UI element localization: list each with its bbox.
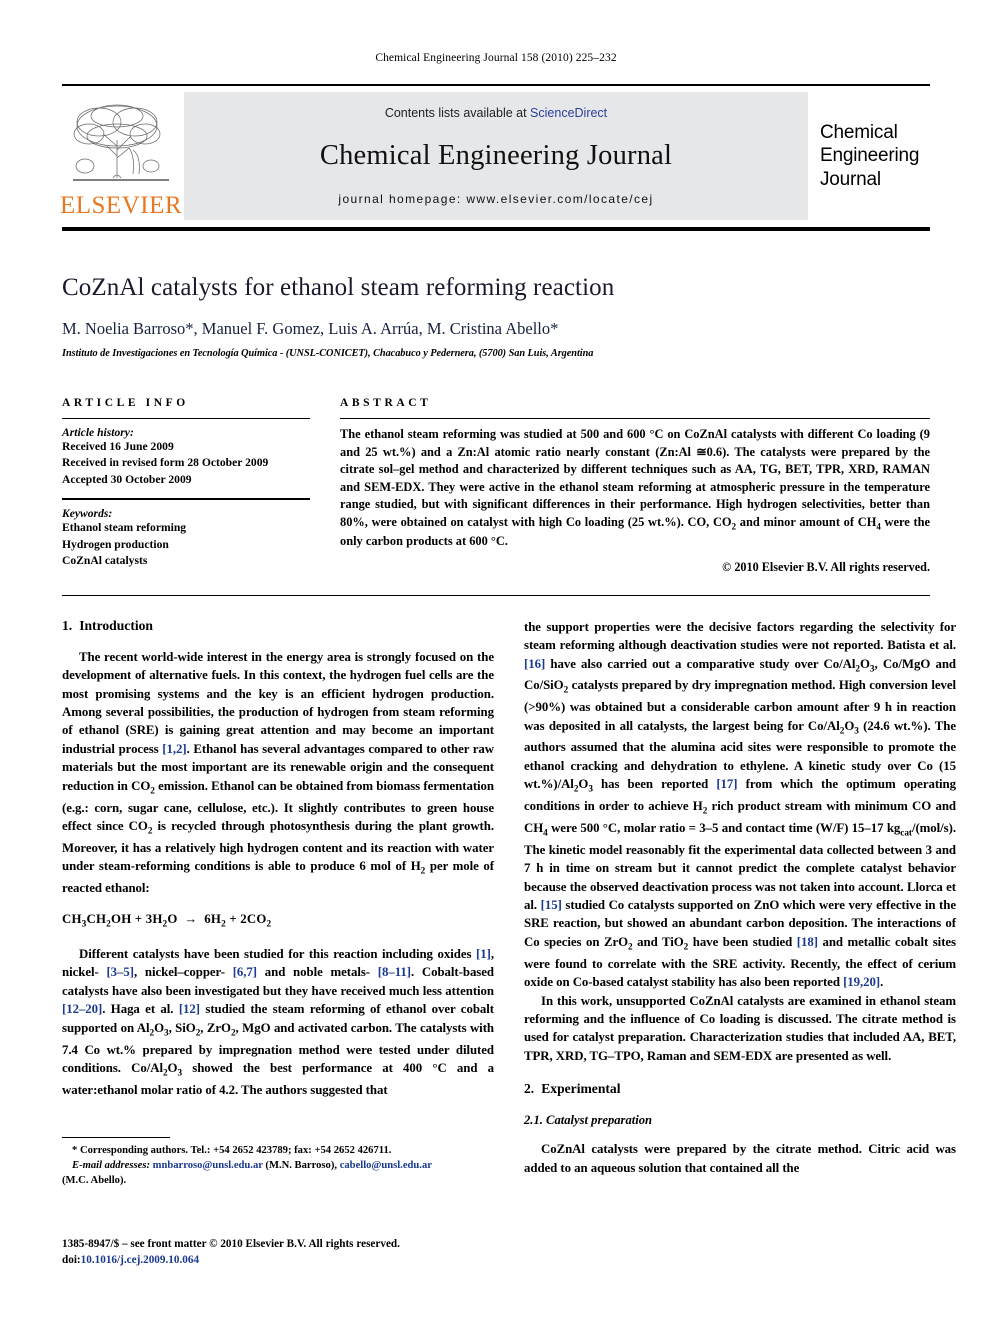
contents-prefix: Contents lists available at bbox=[384, 106, 531, 120]
elsevier-logo: ELSEVIER bbox=[59, 92, 183, 220]
section-title: Introduction bbox=[79, 617, 153, 633]
journal-homepage-link[interactable]: journal homepage: www.elsevier.com/locat… bbox=[338, 192, 653, 206]
journal-masthead: ELSEVIER Contents lists available at Sci… bbox=[59, 84, 930, 231]
paragraph-intro-4: In this work, unsupported CoZnAl catalys… bbox=[524, 993, 956, 1063]
body-columns: 1. Introduction The recent world-wide int… bbox=[62, 618, 956, 1177]
subsection-heading-catalyst-preparation: 2.1. Catalyst preparation bbox=[524, 1113, 956, 1128]
footnote-emails: E-mail addresses: mnbarroso@unsl.edu.ar … bbox=[62, 1159, 494, 1174]
author-list: M. Noelia Barroso*, Manuel F. Gomez, Lui… bbox=[62, 318, 559, 338]
section-title: Experimental bbox=[541, 1081, 621, 1097]
affiliation: Instituto de Investigaciones en Tecnolog… bbox=[62, 347, 594, 359]
article-title: CoZnAl catalysts for ethanol steam refor… bbox=[62, 274, 615, 301]
journal-title: Chemical Engineering Journal bbox=[319, 140, 673, 171]
article-info-column: ARTICLE INFO Article history: Received 1… bbox=[62, 397, 310, 575]
footnote-divider bbox=[62, 1137, 170, 1138]
abstract-bottom-divider bbox=[62, 594, 930, 596]
keyword-item: Ethanol steam reforming bbox=[62, 521, 187, 535]
elsevier-tree-icon bbox=[73, 104, 169, 181]
masthead-divider bbox=[62, 227, 930, 231]
section-number: 2. bbox=[524, 1081, 535, 1097]
abstract-text: The ethanol steam reforming was studied … bbox=[340, 426, 930, 549]
abstract-label: ABSTRACT bbox=[340, 396, 432, 409]
cover-line-1: Chemical bbox=[820, 122, 898, 144]
right-column: the support properties were the decisive… bbox=[524, 618, 956, 1177]
running-head: Chemical Engineering Journal 158 (2010) … bbox=[375, 52, 617, 64]
section-heading-experimental: 2. Experimental bbox=[524, 1081, 956, 1097]
abstract-rule bbox=[340, 417, 930, 419]
email-link-barroso[interactable]: mnbarroso@unsl.edu.ar bbox=[153, 1160, 263, 1171]
abstract-column: ABSTRACT The ethanol steam reforming was… bbox=[340, 397, 930, 575]
journal-band: Contents lists available at ScienceDirec… bbox=[184, 92, 808, 220]
issn-line: 1385-8947/$ – see front matter © 2010 El… bbox=[62, 1238, 400, 1250]
email-owner-barroso: (M.N. Barroso), bbox=[262, 1159, 338, 1171]
article-history-revised: Received in revised form 28 October 2009 bbox=[62, 456, 269, 470]
elsevier-wordmark: ELSEVIER bbox=[59, 192, 183, 219]
doi-line: doi:10.1016/j.cej.2009.10.064 bbox=[62, 1252, 532, 1268]
section-number: 1. bbox=[62, 617, 73, 633]
email-link-abello[interactable]: cabello@unsl.edu.ar bbox=[340, 1160, 432, 1171]
subsection-number: 2.1. bbox=[524, 1113, 543, 1128]
left-column: 1. Introduction The recent world-wide int… bbox=[62, 618, 494, 1177]
paragraph-intro-2: Different catalysts have been studied fo… bbox=[62, 946, 494, 1097]
footnote-region: * Corresponding authors. Tel.: +54 2652 … bbox=[62, 1137, 494, 1188]
title-block: CoZnAl catalysts for ethanol steam refor… bbox=[62, 273, 930, 359]
doi-label: doi: bbox=[62, 1254, 81, 1267]
issn-copyright-block: 1385-8947/$ – see front matter © 2010 El… bbox=[62, 1236, 532, 1268]
article-history-received: Received 16 June 2009 bbox=[62, 439, 174, 453]
subsection-title: Catalyst preparation bbox=[546, 1113, 653, 1128]
paragraph-catalyst-prep-1: CoZnAl catalysts were prepared by the ci… bbox=[524, 1142, 956, 1175]
paragraph-intro-1: The recent world-wide interest in the en… bbox=[62, 649, 494, 895]
abstract-copyright: © 2010 Elsevier B.V. All rights reserved… bbox=[722, 559, 930, 574]
doi-link[interactable]: 10.1016/j.cej.2009.10.064 bbox=[81, 1254, 199, 1266]
article-history-heading: Article history: bbox=[62, 425, 134, 439]
article-info-rule-mid bbox=[62, 498, 310, 501]
article-info-label: ARTICLE INFO bbox=[62, 396, 189, 409]
cover-line-2: Engineering bbox=[820, 145, 920, 167]
contents-available-line: Contents lists available at ScienceDirec… bbox=[385, 106, 607, 120]
footnote-email-owner-abello: (M.C. Abello). bbox=[62, 1174, 127, 1186]
keyword-item: CoZnAl catalysts bbox=[62, 554, 148, 568]
footnote-corresponding-authors: * Corresponding authors. Tel.: +54 2652 … bbox=[72, 1145, 392, 1156]
article-page: Chemical Engineering Journal 158 (2010) … bbox=[0, 0, 992, 1323]
paragraph-intro-3: the support properties were the decisive… bbox=[524, 619, 957, 990]
info-abstract-region: ARTICLE INFO Article history: Received 1… bbox=[62, 397, 930, 575]
section-heading-introduction: 1. Introduction bbox=[62, 618, 494, 634]
email-label: E-mail addresses: bbox=[72, 1159, 150, 1171]
article-info-rule-top bbox=[62, 417, 310, 419]
journal-cover-thumbnail: Chemical Engineering Journal bbox=[808, 92, 930, 220]
sciencedirect-link[interactable]: ScienceDirect bbox=[530, 106, 607, 120]
keyword-item: Hydrogen production bbox=[62, 537, 169, 551]
keywords-heading: Keywords: bbox=[62, 507, 113, 521]
cover-line-3: Journal bbox=[820, 168, 881, 190]
article-history-accepted: Accepted 30 October 2009 bbox=[62, 472, 192, 486]
equation-sre: CH3CH2OH + 3H2O → 6H2 + 2CO2 bbox=[62, 912, 272, 930]
